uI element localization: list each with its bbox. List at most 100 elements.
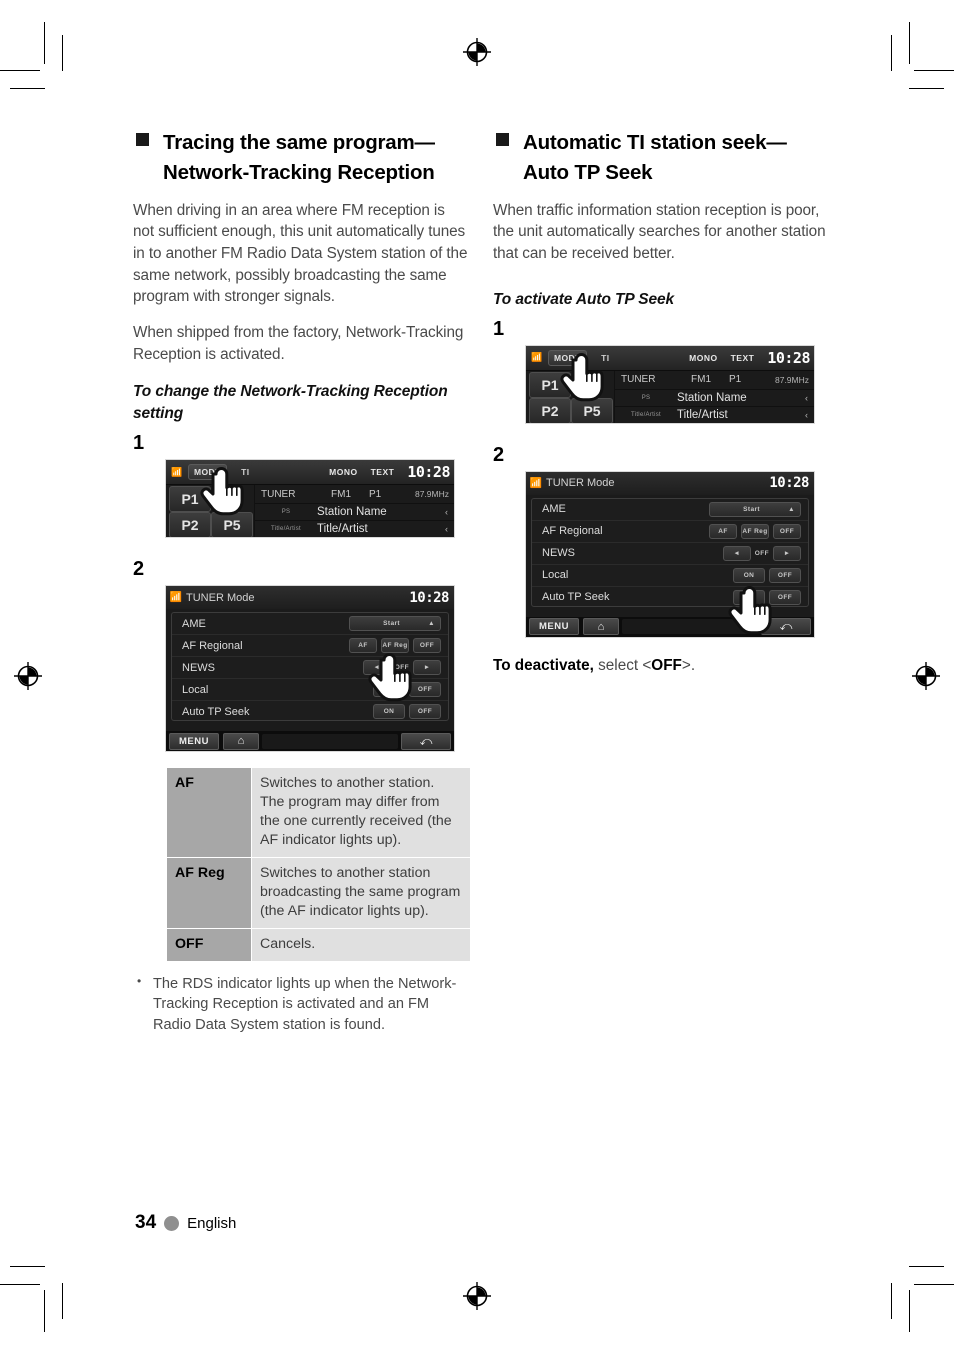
ame-start-button[interactable]: Start ▲: [349, 616, 441, 632]
local-off-button[interactable]: OFF: [769, 567, 801, 583]
frequency-label: 87.9MHz: [414, 489, 449, 500]
back-arrow-icon[interactable]: ⤺: [761, 618, 811, 636]
mode-button[interactable]: MODE: [548, 349, 588, 366]
tuner-title-row[interactable]: Title/Artist Title/Artist ‹: [615, 407, 814, 423]
menu-button[interactable]: MENU: [169, 732, 219, 750]
home-icon[interactable]: ⌂: [583, 618, 619, 636]
mode-row-label: AF Regional: [542, 525, 603, 538]
chevron-left-icon[interactable]: ‹: [805, 410, 814, 420]
preset-button-p5[interactable]: P5: [211, 512, 253, 538]
local-on-button[interactable]: ON: [733, 567, 765, 583]
right-paragraph-1: When traffic information station recepti…: [493, 201, 826, 263]
frequency-label: 87.9MHz: [774, 374, 809, 385]
antenna-icon: 📶: [171, 466, 183, 477]
black-square-bullet-icon: [136, 133, 149, 146]
mode-row-af-regional: AF Regional AF AF Reg OFF: [532, 521, 808, 543]
band-label: FM1: [691, 374, 711, 386]
right-subheading: To activate Auto TP Seek: [493, 290, 675, 308]
table-cell-key: AF Reg: [166, 857, 252, 929]
news-decrement-button[interactable]: ◄: [362, 660, 391, 676]
notes-list: The RDS indicator lights up when the Net…: [133, 973, 468, 1035]
af-off-button[interactable]: OFF: [773, 523, 801, 539]
title-artist-value: Title/Artist: [317, 523, 368, 536]
local-on-button[interactable]: ON: [373, 682, 405, 698]
mode-bottom-bar: MENU ⌂ ⤺: [526, 616, 814, 637]
device-main-area: P1 P2 P5 TUNER FM1 P1 87.9MHz PS Station…: [526, 370, 814, 423]
preset-button-p2[interactable]: P2: [529, 397, 571, 423]
preset-button-p2[interactable]: P2: [169, 512, 211, 538]
auto-tp-seek-off-button[interactable]: OFF: [769, 589, 801, 605]
title-artist-value: Title/Artist: [677, 408, 728, 421]
device-screenshot-tuner-mode-right: 📶 TUNER Mode 10:28 AME Start ▲ AF Region…: [526, 471, 814, 637]
auto-tp-seek-on-button[interactable]: ON: [733, 589, 765, 605]
left-paragraph-1: When driving in an area where FM recepti…: [133, 201, 468, 306]
device-main-area: P1 P2 P5 TUNER FM1 P1 87.9MHz PS Station…: [166, 485, 454, 538]
page-title-right: Automatic TI station seek— Auto TP Seek: [493, 128, 828, 188]
preset-button-p1[interactable]: P1: [169, 486, 211, 513]
back-arrow-icon[interactable]: ⤺: [401, 732, 451, 750]
deactivate-note: To deactivate, select <OFF>.: [493, 655, 828, 676]
mode-title-bar: 📶 TUNER Mode 10:28: [166, 586, 454, 610]
manual-page: Tracing the same program— Network-Tracki…: [0, 0, 954, 1354]
source-label: TUNER: [621, 374, 656, 386]
mode-row-local: Local ON OFF: [172, 679, 448, 702]
preset-button-p1[interactable]: P1: [529, 371, 571, 398]
mode-row-label: NEWS: [542, 547, 575, 560]
af-reg-button[interactable]: AF Reg: [381, 638, 409, 654]
left-step-2-number: 2: [133, 558, 145, 581]
preset-button-p5[interactable]: P5: [571, 397, 613, 423]
station-name-value: Station Name: [317, 506, 387, 519]
right-heading-text: Automatic TI station seek— Auto TP Seek: [523, 131, 787, 184]
table-cell-key: OFF: [166, 928, 252, 962]
home-icon[interactable]: ⌂: [223, 732, 259, 750]
left-paragraph-2: When shipped from the factory, Network-T…: [133, 324, 464, 363]
chevron-left-icon[interactable]: ‹: [445, 507, 454, 517]
table-row: AF Switches to another station. The prog…: [166, 767, 471, 859]
mono-indicator: MONO: [689, 352, 718, 363]
tuner-ps-row[interactable]: PS Station Name ‹: [255, 504, 454, 522]
chevron-left-icon[interactable]: ‹: [445, 524, 454, 534]
af-button[interactable]: AF: [349, 638, 377, 654]
ti-indicator: TI: [601, 352, 610, 363]
mode-title-bar: 📶 TUNER Mode 10:28: [526, 471, 814, 495]
registration-target-bottom: [462, 1281, 492, 1311]
preset-buttons-panel: P1 P2 P5: [166, 485, 255, 538]
mode-row-label: Auto TP Seek: [182, 705, 250, 718]
device-screenshot-tuner-mode-left: 📶 TUNER Mode 10:28 AME Start ▲ AF Region…: [166, 586, 454, 752]
crop-mark: [891, 35, 892, 71]
registration-target-right: [911, 661, 941, 691]
news-increment-button[interactable]: ►: [773, 545, 801, 561]
local-off-button[interactable]: OFF: [409, 682, 441, 698]
mode-row-label: AME: [182, 617, 206, 630]
af-reg-button[interactable]: AF Reg: [741, 523, 769, 539]
mode-button[interactable]: MODE: [188, 464, 228, 481]
crop-mark: [0, 1284, 40, 1285]
ame-start-button[interactable]: Start ▲: [709, 501, 801, 517]
clock-display: 10:28: [767, 348, 810, 367]
list-item: The RDS indicator lights up when the Net…: [133, 973, 468, 1035]
af-button[interactable]: AF: [709, 523, 737, 539]
page-language: English: [187, 1214, 237, 1232]
title-artist-tag: Title/Artist: [270, 526, 302, 533]
page-number: 34: [135, 1212, 157, 1233]
ps-tag: PS: [641, 394, 651, 401]
news-decrement-button[interactable]: ◄: [722, 545, 751, 561]
tuner-info-panel: TUNER FM1 P1 87.9MHz PS Station Name ‹ T…: [255, 485, 454, 538]
left-step-1-number: 1: [133, 432, 145, 455]
tuner-title-row[interactable]: Title/Artist Title/Artist ‹: [255, 521, 454, 538]
chevron-left-icon[interactable]: ‹: [805, 393, 814, 403]
table-cell-key: AF: [166, 767, 252, 859]
auto-tp-seek-off-button[interactable]: OFF: [409, 704, 441, 720]
mode-row-label: Local: [542, 569, 569, 582]
device-screenshot-tuner-main: 📶 MODE TI MONO TEXT 10:28 P1 P2 P5 TUNER: [166, 460, 454, 538]
menu-button[interactable]: MENU: [529, 618, 579, 636]
clock-display: 10:28: [769, 475, 809, 492]
af-off-button[interactable]: OFF: [413, 638, 441, 654]
footer-dot-icon: [164, 1215, 180, 1231]
tuner-ps-row[interactable]: PS Station Name ‹: [615, 390, 814, 407]
auto-tp-seek-on-button[interactable]: ON: [373, 704, 405, 720]
mode-settings-list: AME Start ▲ AF Regional AF AF Reg OFF NE…: [171, 612, 449, 722]
ps-tag: PS: [281, 509, 291, 516]
antenna-icon: 📶: [529, 477, 543, 489]
news-increment-button[interactable]: ►: [413, 660, 441, 676]
